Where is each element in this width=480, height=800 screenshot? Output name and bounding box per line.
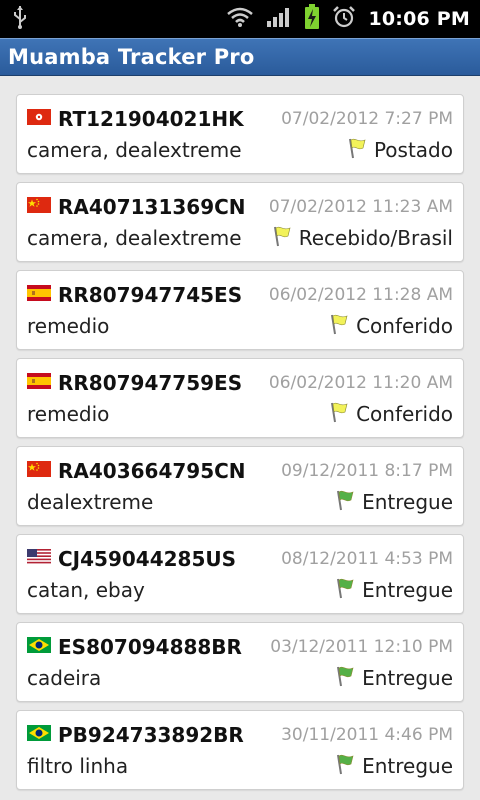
item-status: Entregue [362,666,453,690]
item-description: remedio [27,402,110,426]
item-date: 06/02/2012 11:20 AM [268,373,453,393]
item-status: Postado [373,138,453,162]
tracking-item[interactable]: RA403664795CN 09/12/2011 8:17 PM dealextre… [16,446,464,526]
yellow-flag-icon [328,313,356,340]
battery-charging-icon [304,4,320,34]
item-date: 07/02/2012 11:23 AM [268,197,453,217]
tracking-item[interactable]: RA407131369CN 07/02/2012 11:23 AM camera, … [16,182,464,262]
yellow-flag-icon [328,401,356,428]
item-status: Recebido/Brasil [298,226,453,250]
tracking-code: RA407131369CN [58,195,246,219]
tracking-code: RA403664795CN [58,459,246,483]
status-bar: 10:06 PM [0,0,480,38]
flag-hk-icon [27,109,58,129]
tracking-code: RT121904021HK [58,107,244,131]
tracking-code: CJ459044285US [58,547,237,571]
item-status: Conferido [356,314,453,338]
item-date: 08/12/2011 4:53 PM [281,549,453,569]
green-flag-icon [334,577,362,604]
item-description: remedio [27,314,110,338]
item-description: camera, dealextreme [27,226,242,250]
item-status: Conferido [356,402,453,426]
item-description: dealextreme [27,490,154,514]
tracking-item[interactable]: RR807947745ES 06/02/2012 11:28 AM remedio C… [16,270,464,350]
item-description: cadeira [27,666,102,690]
tracking-item[interactable]: RR807947759ES 06/02/2012 11:20 AM remedio C… [16,358,464,438]
tracking-code: ES807094888BR [58,635,242,659]
yellow-flag-icon [271,225,299,252]
usb-icon [12,5,28,33]
tracking-item[interactable]: CJ459044285US 08/12/2011 4:53 PM catan, eb… [16,534,464,614]
flag-br-icon [27,725,58,745]
app-title: Muamba Tracker Pro [8,45,255,69]
tracking-item[interactable]: ES807094888BR 03/12/2011 12:10 PM cadeira E… [16,622,464,702]
tracking-code: PB924733892BR [58,723,244,747]
green-flag-icon [334,665,362,692]
tracking-code: RR807947745ES [58,283,243,307]
tracking-list[interactable]: RT121904021HK 07/02/2012 7:27 PM camera, d… [0,76,480,790]
clock-time: 10:06 PM [368,8,470,30]
item-status: Entregue [362,578,453,602]
item-description: camera, dealextreme [27,138,242,162]
flag-cn-icon [27,461,58,481]
item-description: catan, ebay [27,578,145,602]
flag-es-icon [27,285,58,305]
app-title-bar: Muamba Tracker Pro [0,38,480,76]
green-flag-icon [334,489,362,516]
item-date: 09/12/2011 8:17 PM [281,461,453,481]
signal-icon [266,6,292,32]
yellow-flag-icon [346,137,374,164]
item-status: Entregue [362,754,453,778]
tracking-item[interactable]: RT121904021HK 07/02/2012 7:27 PM camera, d… [16,94,464,174]
tracking-item[interactable]: PB924733892BR 30/11/2011 4:46 PM filtro li… [16,710,464,790]
item-description: filtro linha [27,754,129,778]
flag-us-icon [27,549,58,569]
green-flag-icon [334,753,362,780]
alarm-icon [332,5,356,33]
item-status: Entregue [362,490,453,514]
flag-cn-icon [27,197,58,217]
tracking-code: RR807947759ES [58,371,243,395]
item-date: 03/12/2011 12:10 PM [270,637,453,657]
item-date: 07/02/2012 7:27 PM [281,109,453,129]
item-date: 06/02/2012 11:28 AM [268,285,453,305]
flag-es-icon [27,373,58,393]
item-date: 30/11/2011 4:46 PM [281,725,453,745]
flag-br-icon [27,637,58,657]
wifi-icon [226,6,254,32]
